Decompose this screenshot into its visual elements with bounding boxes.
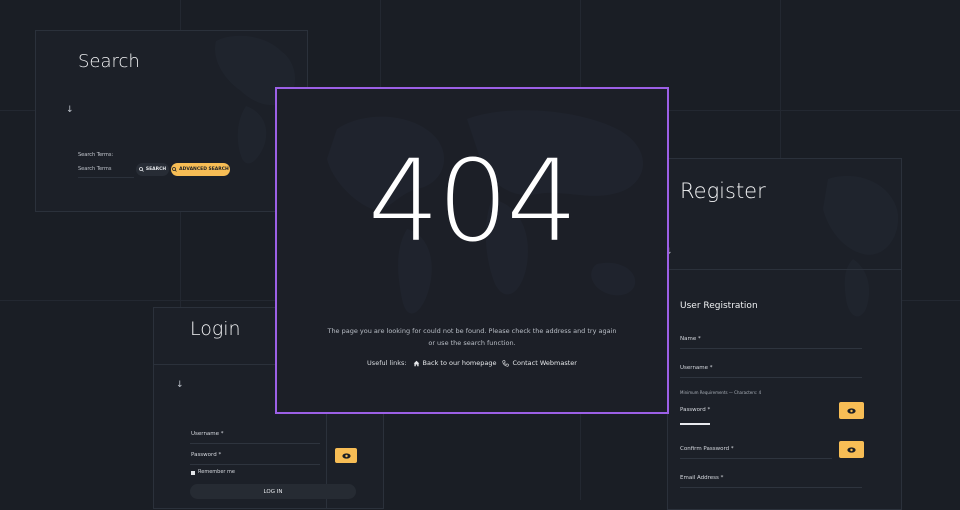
advanced-search-label: ADVANCED SEARCH <box>179 167 229 172</box>
username-field[interactable] <box>190 443 320 444</box>
search-icon <box>138 167 144 172</box>
eye-icon <box>847 446 856 453</box>
register-password-label: Password * <box>680 407 711 413</box>
homepage-link-label: Back to our homepage <box>422 359 497 367</box>
login-title: Login <box>190 318 241 340</box>
register-panel: Register ↓ User Registration Name * User… <box>667 158 902 510</box>
email-field[interactable] <box>680 487 862 488</box>
password-requirements: Minimum Requirements — Characters: 4 <box>680 390 762 395</box>
useful-links-label: Useful links: <box>367 359 407 367</box>
confirm-password-label: Confirm Password * <box>680 446 734 452</box>
eye-icon <box>341 452 351 459</box>
password-field[interactable] <box>190 464 320 465</box>
search-panel: Search ↓ Search Terms: Search Terms SEAR… <box>35 30 308 212</box>
show-password-button[interactable] <box>335 448 357 463</box>
register-username-field[interactable] <box>680 377 862 378</box>
search-input[interactable]: Search Terms <box>78 163 136 175</box>
username-label: Username * <box>191 431 224 437</box>
register-title: Register <box>680 179 766 203</box>
down-arrow-icon: ↓ <box>66 105 74 115</box>
error-message: The page you are looking for could not b… <box>327 327 617 347</box>
show-password-button[interactable] <box>839 402 864 419</box>
show-confirm-password-button[interactable] <box>839 441 864 458</box>
advanced-search-button[interactable]: ADVANCED SEARCH <box>171 163 230 176</box>
register-username-label: Username * <box>680 365 713 371</box>
search-button[interactable]: SEARCH <box>136 163 169 176</box>
world-map-background <box>215 35 296 164</box>
contact-webmaster-label: Contact Webmaster <box>512 359 577 367</box>
homepage-link[interactable]: Back to our homepage <box>413 359 497 367</box>
search-title: Search <box>78 51 140 72</box>
confirm-password-field[interactable] <box>680 458 832 459</box>
error-404-panel: 404 The page you are looking for could n… <box>275 87 669 414</box>
phone-icon <box>502 359 510 367</box>
remember-me-label: Remember me <box>198 469 235 475</box>
remember-me-checkbox[interactable] <box>191 471 195 475</box>
useful-links: Useful links: Back to our homepage Conta… <box>277 359 667 367</box>
name-field[interactable] <box>680 348 862 349</box>
home-icon <box>413 360 419 366</box>
user-registration-heading: User Registration <box>680 301 758 311</box>
login-button[interactable]: LOG IN <box>190 484 356 499</box>
search-terms-label: Search Terms: <box>78 152 114 158</box>
register-divider <box>668 269 901 270</box>
email-label: Email Address * <box>680 475 724 481</box>
error-code: 404 <box>368 137 578 267</box>
password-strength-bar <box>680 423 710 425</box>
password-label: Password * <box>191 452 222 458</box>
eye-icon <box>847 407 856 414</box>
search-button-label: SEARCH <box>145 167 167 172</box>
world-map-background <box>823 175 899 317</box>
down-arrow-icon: ↓ <box>176 380 184 390</box>
search-input-underline <box>78 177 134 178</box>
search-icon <box>172 167 177 172</box>
name-label: Name * <box>680 336 701 342</box>
contact-webmaster-link[interactable]: Contact Webmaster <box>502 359 577 367</box>
